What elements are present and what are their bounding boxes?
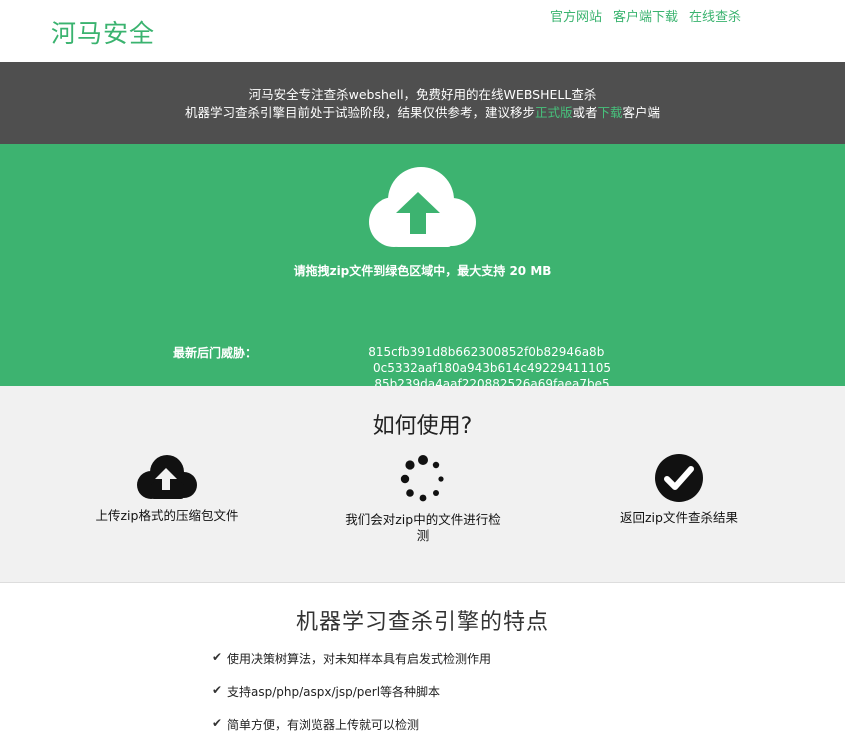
upload-drop-zone[interactable]: 请拖拽zip文件到绿色区域中，最大支持 20 MB 最新后门威胁： 815cfb… xyxy=(0,144,845,391)
check-icon: ✔ xyxy=(212,650,223,664)
spinner-icon xyxy=(400,455,444,502)
notice-line-2-prefix: 机器学习查杀引擎目前处于试验阶段，结果仅供参考，建议移步 xyxy=(184,105,535,120)
step-result: 返回zip文件查杀结果 xyxy=(606,454,752,526)
nav-link-online-scan[interactable]: 在线查杀 xyxy=(689,6,741,25)
notice-line-2-suffix: 客户端 xyxy=(622,105,661,120)
cloud-upload-icon xyxy=(137,455,197,499)
check-circle-icon xyxy=(655,454,703,502)
nav-link-official-site[interactable]: 官方网站 xyxy=(550,6,602,25)
notice-line-1: 河马安全专注查杀webshell，免费好用的在线WEBSHELL查杀 xyxy=(248,87,597,102)
step-upload: 上传zip格式的压缩包文件 xyxy=(86,454,248,524)
how-to-use-section: 如何使用? 上传zip格式的压缩包文件 我们会对zip中的文件进行检测 返回zi… xyxy=(0,386,845,583)
features-title: 机器学习查杀引擎的特点 xyxy=(295,610,549,635)
feature-list: ✔ 使用决策树算法，对未知样本具有启发式检测作用 ✔ 支持asp/php/asp… xyxy=(212,650,491,745)
threat-hash[interactable]: 0c5332aaf180a943b614c49229411105 xyxy=(373,361,611,375)
notice-bar: 河马安全专注查杀webshell，免费好用的在线WEBSHELL查杀 机器学习查… xyxy=(0,62,845,144)
features-section: 机器学习查杀引擎的特点 ✔ 使用决策树算法，对未知样本具有启发式检测作用 ✔ 支… xyxy=(0,584,845,745)
site-logo[interactable]: 河马安全 xyxy=(51,14,155,50)
step-scan-label: 我们会对zip中的文件进行检测 xyxy=(345,512,501,543)
top-nav: 官方网站 客户端下载 在线查杀 xyxy=(550,6,741,25)
check-icon: ✔ xyxy=(212,716,223,730)
feature-item-text: 使用决策树算法，对未知样本具有启发式检测作用 xyxy=(227,652,492,666)
threat-hash-list: 815cfb391d8b662300852f0b82946a8b 0c5332a… xyxy=(268,344,716,392)
nav-link-client-download[interactable]: 客户端下载 xyxy=(613,6,678,25)
how-to-use-title: 如何使用? xyxy=(372,414,473,439)
site-header: 河马安全 官方网站 客户端下载 在线查杀 xyxy=(0,0,845,62)
feature-item-text: 简单方便，有浏览器上传就可以检测 xyxy=(227,718,420,732)
feature-item: ✔ 简单方便，有浏览器上传就可以检测 xyxy=(212,716,491,745)
feature-item-text: 支持asp/php/aspx/jsp/perl等各种脚本 xyxy=(227,685,441,699)
step-result-label: 返回zip文件查杀结果 xyxy=(620,510,738,525)
cloud-upload-icon[interactable] xyxy=(367,166,477,248)
step-scan: 我们会对zip中的文件进行检测 xyxy=(345,454,501,544)
check-icon: ✔ xyxy=(212,683,223,697)
step-upload-label: 上传zip格式的压缩包文件 xyxy=(95,508,239,523)
feature-item: ✔ 使用决策树算法，对未知样本具有启发式检测作用 xyxy=(212,650,491,683)
upload-hint: 请拖拽zip文件到绿色区域中，最大支持 20 MB xyxy=(293,264,552,278)
notice-line-2: 机器学习查杀引擎目前处于试验阶段，结果仅供参考，建议移步正式版或者下载客户端 xyxy=(0,104,845,122)
download-link[interactable]: 下载 xyxy=(598,105,623,120)
latest-threat-label: 最新后门威胁： xyxy=(173,346,258,360)
official-version-link[interactable]: 正式版 xyxy=(535,105,573,120)
notice-line-2-mid: 或者 xyxy=(572,105,598,120)
threat-hash[interactable]: 815cfb391d8b662300852f0b82946a8b xyxy=(368,345,604,359)
feature-item: ✔ 支持asp/php/aspx/jsp/perl等各种脚本 xyxy=(212,683,491,716)
